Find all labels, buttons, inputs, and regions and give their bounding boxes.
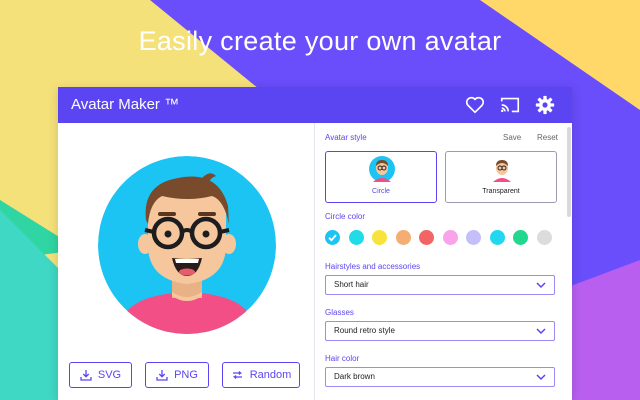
circle-color-label: Circle color: [325, 212, 366, 221]
title-bar: Avatar Maker ™: [58, 87, 572, 123]
color-swatch[interactable]: [536, 230, 552, 245]
hairstyle-value: Short hair: [334, 280, 369, 289]
options-panel: Avatar style Save Reset Circle Transpare…: [315, 123, 572, 400]
download-icon: [156, 370, 168, 381]
gear-icon[interactable]: [534, 94, 556, 116]
chevron-down-icon: [536, 282, 546, 289]
glasses-value: Round retro style: [334, 326, 395, 335]
cast-icon[interactable]: [499, 94, 521, 116]
style-transparent-label: Transparent: [482, 188, 520, 195]
avatar-preview: [98, 156, 276, 334]
download-png-label: PNG: [174, 369, 198, 381]
transparent-avatar-thumbnail: [493, 160, 511, 182]
checkmark-icon: [328, 234, 337, 242]
app-window: Avatar Maker ™ SVG PNG Random Avatar sty…: [58, 87, 572, 400]
shuffle-icon: [232, 371, 242, 379]
color-swatch[interactable]: [348, 230, 364, 245]
glasses-select[interactable]: Round retro style: [325, 321, 555, 341]
color-swatch[interactable]: [466, 230, 481, 245]
hair-color-value: Dark brown: [334, 372, 375, 381]
download-png-button[interactable]: PNG: [145, 362, 209, 388]
glasses-label: Glasses: [325, 308, 354, 317]
random-label: Random: [249, 369, 292, 381]
save-link[interactable]: Save: [503, 133, 521, 142]
hairstyle-select[interactable]: Short hair: [325, 275, 555, 295]
hair-color-select[interactable]: Dark brown: [325, 367, 555, 387]
headline: Easily create your own avatar: [138, 26, 502, 56]
color-swatch[interactable]: [325, 230, 340, 245]
color-swatch[interactable]: [513, 230, 528, 245]
heart-icon[interactable]: [464, 94, 486, 116]
options-scrollbar[interactable]: [567, 127, 571, 217]
circle-avatar-thumbnail: [369, 156, 395, 182]
preview-panel: SVG PNG Random: [58, 123, 314, 400]
hair-color-label: Hair color: [325, 354, 360, 363]
color-swatch[interactable]: [372, 230, 387, 245]
app-title: Avatar Maker ™: [71, 96, 180, 113]
color-swatch[interactable]: [442, 230, 458, 245]
avatar-style-label: Avatar style: [325, 133, 367, 142]
style-option-transparent[interactable]: Transparent: [445, 151, 557, 203]
reset-link[interactable]: Reset: [537, 133, 558, 142]
style-option-circle[interactable]: Circle: [325, 151, 437, 203]
download-icon: [80, 370, 92, 381]
random-button[interactable]: Random: [222, 362, 300, 388]
color-swatch[interactable]: [489, 230, 505, 245]
hairstyles-label: Hairstyles and accessories: [325, 262, 421, 271]
download-svg-button[interactable]: SVG: [69, 362, 132, 388]
chevron-down-icon: [536, 328, 546, 335]
color-swatch[interactable]: [419, 230, 434, 245]
color-swatch[interactable]: [395, 230, 411, 245]
download-svg-label: SVG: [97, 369, 122, 381]
chevron-down-icon: [536, 374, 546, 381]
style-circle-label: Circle: [372, 188, 390, 195]
